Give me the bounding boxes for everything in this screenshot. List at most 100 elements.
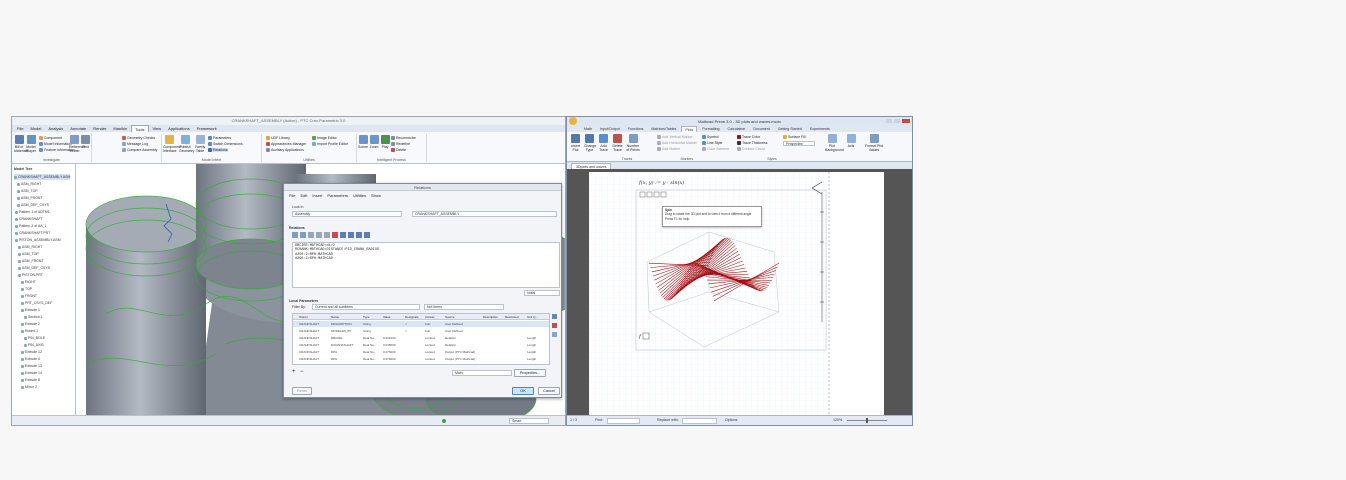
spin-icon[interactable] [639, 191, 646, 198]
reset-view-icon[interactable] [660, 191, 667, 198]
tree-item[interactable]: Extrude 1 [21, 307, 40, 313]
auxiliary-apps-item[interactable]: Auxiliary Applications [266, 148, 304, 152]
tab-tools[interactable]: Tools [131, 125, 149, 132]
look-in-dropdown[interactable]: Assembly [292, 211, 402, 217]
perspective-dropdown[interactable]: Perspective [783, 141, 815, 146]
zoom-button[interactable]: Zoom [369, 135, 379, 149]
tab-view[interactable]: View [150, 125, 165, 132]
options-dropdown[interactable]: Options [725, 418, 737, 422]
compare-assembly-item[interactable]: Compare Assembly [122, 148, 157, 152]
zoom-plot-icon[interactable] [653, 191, 660, 198]
trace-color-dropdown[interactable]: Trace Color [737, 135, 760, 139]
col-designate[interactable]: Designate [405, 314, 419, 320]
col-name[interactable]: Name [331, 314, 339, 320]
insert-plot-button[interactable]: Insert Plot [570, 134, 581, 152]
find-input[interactable] [607, 418, 640, 424]
initial-dropdown[interactable]: Initial [524, 290, 560, 296]
family-table-button[interactable]: Family Table [195, 135, 205, 153]
tree-item[interactable]: ASM_FRONT [18, 258, 44, 264]
properties-button[interactable]: Properties... [514, 369, 546, 377]
col-value[interactable]: Value [383, 314, 390, 320]
symbol-dropdown[interactable]: Symbol [702, 135, 719, 139]
tree-item[interactable]: PISTON.PRT [18, 272, 43, 278]
col-access[interactable]: Access [425, 314, 435, 320]
pan-icon[interactable] [646, 191, 653, 198]
filter-by-dropdown[interactable]: Current and all subitems [312, 304, 420, 310]
component-interface-button[interactable]: Component Interface [163, 135, 181, 153]
tree-item[interactable]: ASM_DEF_CSYS [17, 202, 49, 208]
col-source[interactable]: Source [445, 314, 455, 320]
reference-viewer-button[interactable]: Reference Viewer [69, 135, 85, 153]
tab-model[interactable]: Model [27, 125, 44, 132]
relations-item[interactable]: Relations [208, 148, 228, 152]
menu-edit[interactable]: Edit [300, 193, 307, 198]
tree-item[interactable]: ASM_TOP [17, 188, 38, 194]
table-row[interactable]: CRANKSHAFT RPH Real Nu... 0.076000 Locked Out… [293, 356, 549, 362]
tree-item[interactable]: ASM_DEF_CSYS [18, 265, 50, 271]
close-icon[interactable] [902, 119, 910, 123]
add-marker[interactable]: Add Marker [657, 147, 680, 151]
axis-button[interactable]: Axis [846, 134, 856, 148]
relations-editor[interactable]: DBCIRE:MATHCAD=d1/2 RCRANK:MATHCAD=DISTA… [292, 242, 560, 288]
minimize-icon[interactable] [886, 119, 892, 123]
tab-framework[interactable]: Framework [194, 125, 220, 132]
add-trace-button[interactable]: Add Trace [598, 134, 609, 152]
copy-icon[interactable] [316, 232, 322, 238]
tree-item[interactable]: Extrude 2 [21, 321, 40, 327]
tree-item[interactable]: ASM_RIGHT [17, 181, 41, 187]
contour-count[interactable]: Contour Count [737, 147, 765, 151]
undo-icon[interactable] [292, 232, 298, 238]
insert-function-icon[interactable] [348, 232, 354, 238]
tree-item[interactable]: ASM_RIGHT [18, 244, 42, 250]
sort-dropdown[interactable]: Not Items [424, 304, 504, 310]
table-row[interactable]: CRANKSHAFT DESCRIPTION String ✓ Full User-Def… [293, 321, 549, 327]
maximize-icon[interactable] [894, 119, 900, 123]
tree-item[interactable]: CRANKSHAFT [15, 216, 43, 222]
tree-item[interactable]: PISTON_ASSEMBLY.ASM [15, 237, 61, 243]
tree-item[interactable]: ASM_TOP [18, 251, 39, 257]
tab-file[interactable]: File [14, 125, 26, 132]
model-player-button[interactable]: Model Player [26, 135, 36, 153]
zoom-slider-thumb[interactable] [866, 418, 868, 423]
delete-relation-icon[interactable] [332, 232, 338, 238]
parameters-item[interactable]: Parameters [208, 136, 231, 140]
tree-item[interactable]: Round 1 [21, 328, 38, 334]
menu-utilities[interactable]: Utilities [353, 193, 366, 198]
tree-item[interactable]: Pattern 1 of ADTM1 [15, 209, 50, 215]
trace-thickness-dropdown[interactable]: Trace Thickness [737, 141, 767, 145]
tab-render[interactable]: Render [90, 125, 109, 132]
redefine-item[interactable]: Redefine [391, 142, 410, 146]
table-row[interactable]: CRANKSHAFT MODELED_BY String ✓ Full User-Defi… [293, 328, 549, 334]
tree-item[interactable]: Mirror 2 [21, 384, 37, 390]
tree-item[interactable]: PIN_AXIS [24, 342, 44, 348]
switch-dimensions-item[interactable]: Switch Dimensions [208, 142, 243, 146]
menu-parameters[interactable]: Parameters [327, 193, 348, 198]
menu-insert[interactable]: Insert [312, 193, 322, 198]
import-profile-editor-item[interactable]: Import Profile Editor [312, 142, 348, 146]
paste-icon[interactable] [324, 232, 330, 238]
redo-icon[interactable] [300, 232, 306, 238]
sort-icon[interactable] [364, 232, 370, 238]
delete-trace-button[interactable]: Delete Trace [612, 134, 623, 152]
tree-item[interactable]: Extrude 4 [21, 356, 40, 362]
tree-item[interactable]: RIGHT [21, 279, 36, 285]
tree-item[interactable]: CRANKSHAFT_ASSEMBLY.ASM [14, 174, 71, 180]
tree-item[interactable]: TOP [21, 286, 32, 292]
add-horizontal-marker[interactable]: Add Horizontal Marker [657, 141, 697, 145]
model-info-item[interactable]: Model Information [39, 142, 72, 146]
move-up-icon[interactable] [552, 332, 557, 337]
tree-item[interactable]: PRT_CSYS_DEF [21, 300, 52, 306]
tab-annotate[interactable]: Annotate [67, 125, 89, 132]
tab-applications[interactable]: Applications [165, 125, 193, 132]
col-description[interactable]: Description [483, 314, 498, 320]
reconnector-item[interactable]: Reconnector [391, 136, 416, 140]
tree-item[interactable]: CRANKSHAFT.PRT [15, 230, 50, 236]
line-style-dropdown[interactable]: Line Style [702, 141, 722, 145]
format-plot-values-button[interactable]: Format Plot Values [863, 134, 885, 152]
menu-file[interactable]: File [289, 193, 295, 198]
message-log-item[interactable]: Message Log [122, 142, 148, 146]
tree-item[interactable]: ASM_FRONT [17, 195, 43, 201]
scope-dropdown[interactable]: CRANKSHAFT_ASSEMBLY [412, 211, 557, 217]
scene-button[interactable]: Scene [358, 135, 368, 149]
selection-filter[interactable]: Smart [509, 418, 549, 424]
